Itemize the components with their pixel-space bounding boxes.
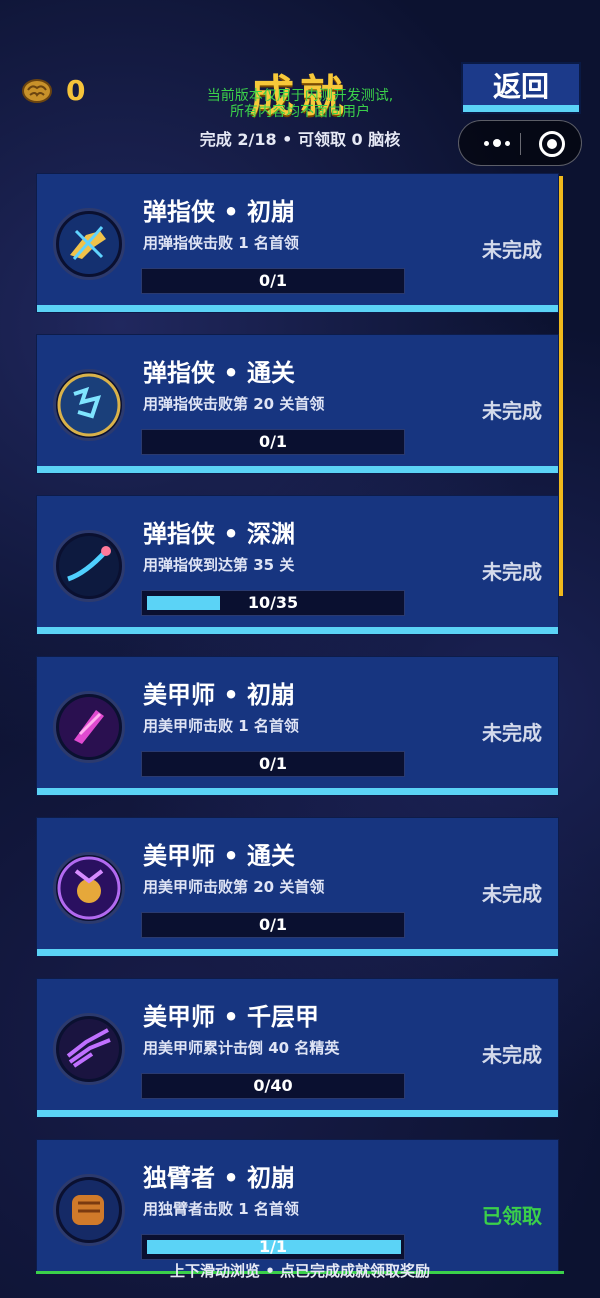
achievement-title: 美甲师 • 通关 [143, 842, 296, 870]
progress-text: 10/35 [247, 593, 299, 612]
achievement-icon [53, 1174, 125, 1246]
achievement-title: 弹指侠 • 深渊 [143, 520, 296, 548]
achievement-card[interactable]: 弹指侠 • 通关用弹指侠击败第 20 关首领 0/1 未完成 [36, 334, 559, 474]
miniprogram-capsule [458, 120, 582, 166]
scroll-hint: 上下滑动浏览 • 点已完成成就领取奖励 [169, 1262, 431, 1280]
capsule-divider [520, 133, 521, 155]
card-bottom-bar [37, 627, 558, 634]
achievement-icon [53, 852, 125, 924]
achievement-icon [53, 691, 125, 763]
achievement-card[interactable]: 独臂者 • 初崩用独臂者击败 1 名首领 1/1 已领取 [36, 1139, 559, 1273]
achievement-progress-bar: 10/35 [141, 590, 405, 616]
achievement-status[interactable]: 未完成 [482, 556, 542, 585]
achievement-status[interactable]: 未完成 [482, 878, 542, 907]
achievement-card[interactable]: 美甲师 • 千层甲用美甲师累计击倒 40 名精英 0/40 未完成 [36, 978, 559, 1118]
achievement-description: 用美甲师击败 1 名首领 [143, 717, 299, 735]
header: 0 成就 当前版本仅用于内测开发测试, 所有内容均不面向用户 完成 2/18 •… [0, 0, 600, 172]
progress-text: 0/1 [258, 432, 288, 451]
crest-medal-icon [57, 856, 121, 920]
card-bottom-bar [37, 305, 558, 312]
achievement-card[interactable]: 弹指侠 • 深渊用弹指侠到达第 35 关 10/35 未完成 [36, 495, 559, 635]
achievement-progress-bar: 0/1 [141, 429, 405, 455]
back-button-label: 返回 [492, 70, 549, 103]
achievement-title: 弹指侠 • 通关 [143, 359, 296, 387]
achievement-progress-bar: 0/1 [141, 912, 405, 938]
achievement-icon [53, 369, 125, 441]
achievement-description: 用弹指侠到达第 35 关 [143, 556, 295, 574]
achievement-icon [53, 1013, 125, 1085]
achievement-progress-bar: 0/40 [141, 1073, 405, 1099]
achievement-card[interactable]: 美甲师 • 通关用美甲师击败第 20 关首领 0/1 未完成 [36, 817, 559, 957]
scrollbar[interactable] [559, 176, 563, 596]
close-miniprogram-icon[interactable] [539, 131, 565, 157]
achievement-status[interactable]: 未完成 [482, 1039, 542, 1068]
progress-text: 1/1 [258, 1237, 288, 1256]
flick-hand-icon [59, 214, 119, 274]
comet-icon [59, 536, 119, 596]
progress-text: 0/1 [258, 271, 288, 290]
achievement-progress-bar: 1/1 [141, 1234, 405, 1260]
crystal-claw-icon [59, 1019, 119, 1079]
achievement-title: 独臂者 • 初崩 [143, 1164, 296, 1192]
achievement-title: 美甲师 • 初崩 [143, 681, 296, 709]
glyph-badge-icon [57, 373, 121, 437]
achievement-status[interactable]: 未完成 [482, 234, 542, 263]
achievement-description: 用弹指侠击败 1 名首领 [143, 234, 299, 252]
card-bottom-bar [37, 949, 558, 956]
stone-fist-icon [59, 1180, 119, 1240]
achievement-description: 用弹指侠击败第 20 关首领 [143, 395, 325, 413]
card-bottom-bar [37, 1110, 558, 1117]
card-bottom-bar [37, 788, 558, 795]
more-menu-icon[interactable] [477, 131, 517, 155]
progress-text: 0/1 [258, 915, 288, 934]
back-button-underline [463, 105, 579, 112]
achievement-description: 用美甲师击败第 20 关首领 [143, 878, 325, 896]
back-button[interactable]: 返回 [461, 62, 581, 114]
nail-blade-icon [59, 697, 119, 757]
achievement-status: 已领取 [482, 1204, 542, 1228]
progress-text: 0/1 [258, 754, 288, 773]
achievement-progress-bar: 0/1 [141, 751, 405, 777]
achievement-icon [53, 530, 125, 602]
achievement-status[interactable]: 未完成 [482, 717, 542, 746]
achievement-list[interactable]: 弹指侠 • 初崩 用弹指侠击败 1 名首领 0/1 未完成 弹指侠 • 通关 用弹指侠击败… [36, 173, 564, 1273]
achievement-card[interactable]: 美甲师 • 初崩用美甲师击败 1 名首领 0/1 未完成 [36, 656, 559, 796]
achievement-icon [53, 208, 125, 280]
progress-text: 0/40 [253, 1076, 293, 1095]
achievement-status[interactable]: 未完成 [482, 395, 542, 424]
achievement-progress-bar: 0/1 [141, 268, 405, 294]
achievement-title: 弹指侠 • 初崩 [143, 198, 296, 226]
achievement-card[interactable]: 弹指侠 • 初崩用弹指侠击败 1 名首领 0/1 未完成 [36, 173, 559, 313]
card-bottom-bar [37, 466, 558, 473]
achievement-title: 美甲师 • 千层甲 [143, 1003, 320, 1031]
achievement-description: 用独臂者击败 1 名首领 [143, 1200, 299, 1218]
achievement-description: 用美甲师累计击倒 40 名精英 [143, 1039, 340, 1057]
